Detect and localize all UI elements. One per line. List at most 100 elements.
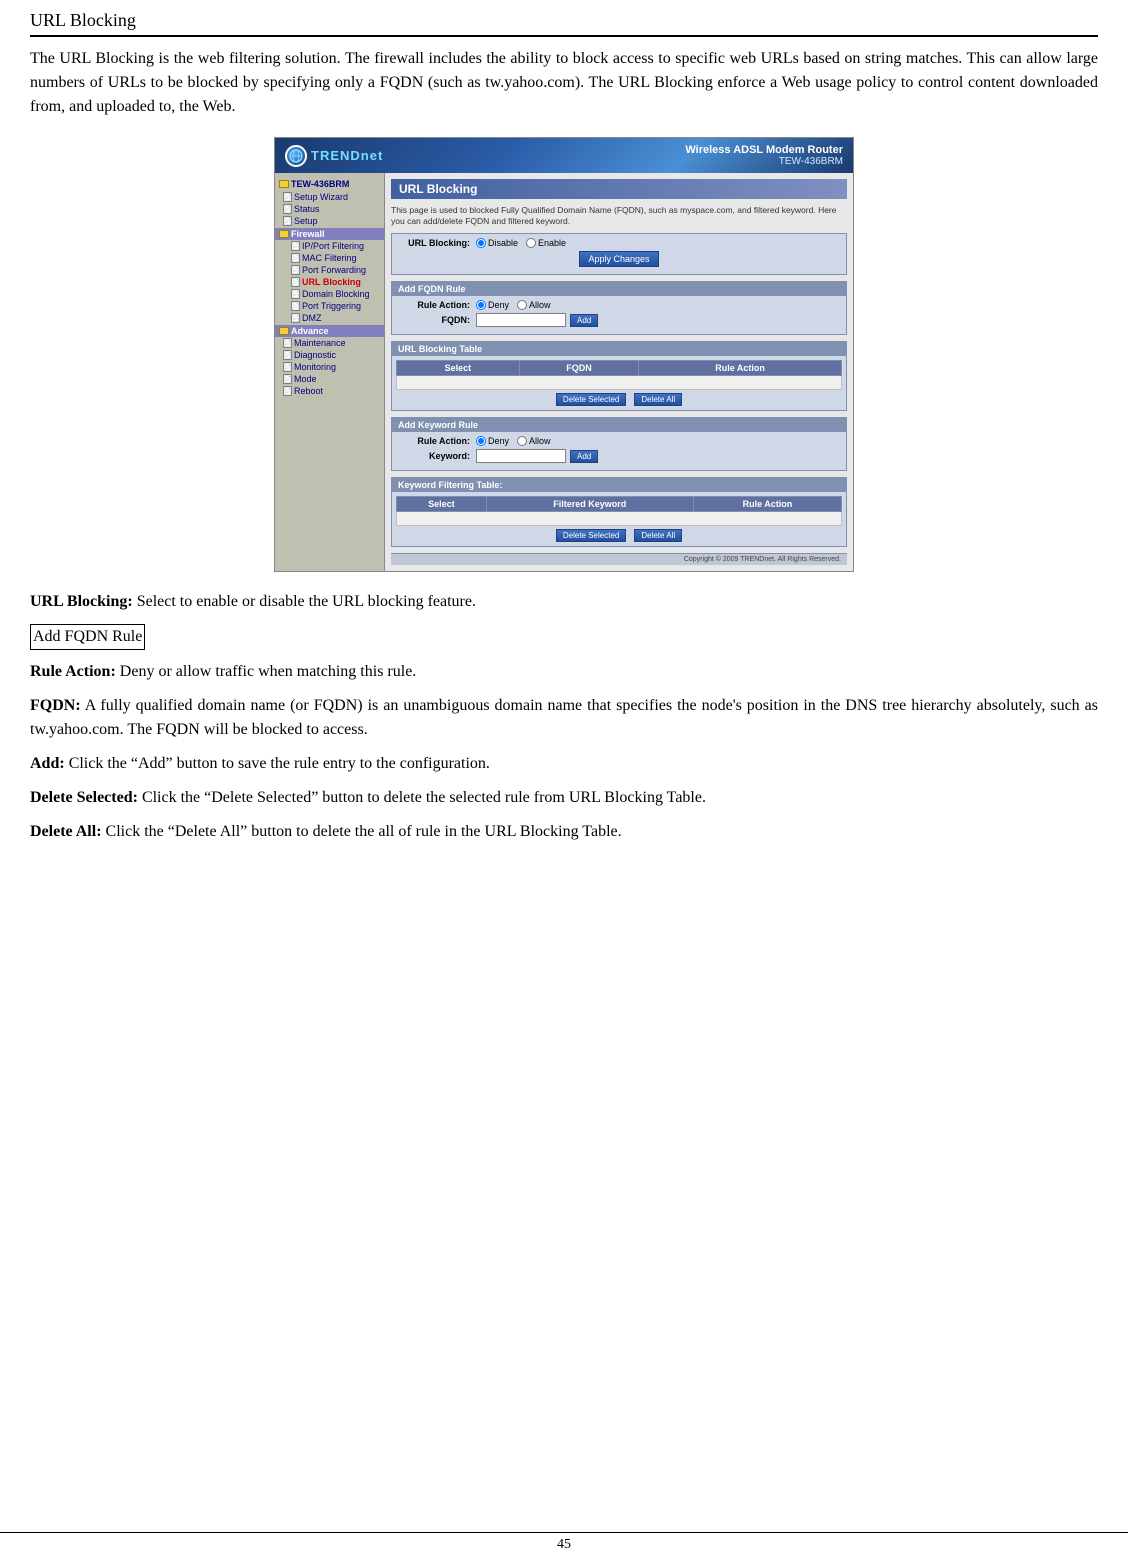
keyword-rule-action-label: Rule Action: xyxy=(396,436,476,446)
fqdn-allow-text: Allow xyxy=(529,300,551,310)
page-number: 45 xyxy=(557,1537,571,1552)
delete-all-term: Delete All: xyxy=(30,823,102,840)
disable-radio[interactable] xyxy=(476,238,486,248)
disable-radio-label[interactable]: Disable xyxy=(476,238,518,248)
desc-add-fqdn-header: Add FQDN Rule xyxy=(30,624,1098,650)
router-ui: TRENDnet Wireless ADSL Modem Router TEW-… xyxy=(274,137,854,572)
add-fqdn-box: Add FQDN Rule Rule Action: Deny A xyxy=(391,281,847,335)
url-table-header: URL Blocking Table xyxy=(392,342,846,356)
desc-delete-selected: Delete Selected: Click the “Delete Selec… xyxy=(30,786,1098,810)
add-fqdn-para: Add FQDN Rule xyxy=(30,624,1098,650)
router-content: URL Blocking This page is used to blocke… xyxy=(385,173,853,571)
add-para: Add: Click the “Add” button to save the … xyxy=(30,752,1098,776)
disable-label: Disable xyxy=(488,238,518,248)
keyword-input-row: Keyword: Add xyxy=(396,449,842,463)
url-delete-selected-button[interactable]: Delete Selected xyxy=(556,393,626,406)
keyword-delete-selected-button[interactable]: Delete Selected xyxy=(556,529,626,542)
nav-device: TEW-436BRM xyxy=(275,177,384,191)
keyword-deny-text: Deny xyxy=(488,436,509,446)
router-nav: TEW-436BRM 📄 Setup Wizard 📄 Status 📄 Set… xyxy=(275,173,385,571)
fqdn-rule-action-row: Rule Action: Deny Allow xyxy=(396,300,842,310)
keyword-deny-label[interactable]: Deny xyxy=(476,436,509,446)
fqdn-deny-label[interactable]: Deny xyxy=(476,300,509,310)
fqdn-field-label: FQDN: xyxy=(396,315,476,325)
keyword-table-header: Keyword Filtering Table: xyxy=(392,478,846,492)
fqdn-allow-radio[interactable] xyxy=(517,300,527,310)
rule-action-para: Rule Action: Deny or allow traffic when … xyxy=(30,660,1098,684)
nav-mode[interactable]: 📄 Mode xyxy=(275,373,384,385)
nav-advance-section: Advance xyxy=(275,325,384,337)
nav-status[interactable]: 📄 Status xyxy=(275,203,384,215)
logo-text: TRENDnet xyxy=(311,148,383,163)
keyword-table: Select Filtered Keyword Rule Action xyxy=(396,496,842,526)
nav-domain-blocking[interactable]: 📄 Domain Blocking xyxy=(275,288,384,300)
table-empty-cell xyxy=(397,376,842,390)
router-model-area: Wireless ADSL Modem Router TEW-436BRM xyxy=(685,144,843,167)
nav-file-icon-setup: 📄 xyxy=(283,216,292,226)
desc-add: Add: Click the “Add” button to save the … xyxy=(30,752,1098,776)
page-number-bar: 45 xyxy=(0,1532,1128,1553)
delete-selected-text: Click the “Delete Selected” button to de… xyxy=(142,789,706,806)
url-blocking-desc-para: URL Blocking: Select to enable or disabl… xyxy=(30,590,1098,614)
fqdn-deny-radio[interactable] xyxy=(476,300,486,310)
table-col-select: Select xyxy=(397,361,520,376)
nav-port-triggering[interactable]: 📄 Port Triggering xyxy=(275,300,384,312)
page-title: URL Blocking xyxy=(30,10,1098,37)
fqdn-input[interactable] xyxy=(476,313,566,327)
enable-radio[interactable] xyxy=(526,238,536,248)
nav-file-icon-ip: 📄 xyxy=(291,241,300,251)
fqdn-add-button[interactable]: Add xyxy=(570,314,598,327)
nav-ip-port-filtering[interactable]: 📄 IP/Port Filtering xyxy=(275,240,384,252)
nav-monitoring[interactable]: 📄 Monitoring xyxy=(275,361,384,373)
fqdn-allow-label[interactable]: Allow xyxy=(517,300,551,310)
trendnet-logo: TRENDnet xyxy=(285,145,383,167)
nav-dmz[interactable]: 📄 DMZ xyxy=(275,312,384,324)
content-title: URL Blocking xyxy=(391,179,847,199)
nav-maintenance[interactable]: 📄 Maintenance xyxy=(275,337,384,349)
nav-reboot[interactable]: 📄 Reboot xyxy=(275,385,384,397)
advance-folder-icon xyxy=(279,327,289,335)
url-delete-all-button[interactable]: Delete All xyxy=(634,393,682,406)
kw-table-col-select: Select xyxy=(397,497,487,512)
nav-file-icon-maintenance: 📄 xyxy=(283,338,292,348)
apply-changes-button[interactable]: Apply Changes xyxy=(579,251,658,267)
table-col-fqdn: FQDN xyxy=(519,361,638,376)
kw-table-col-keyword: Filtered Keyword xyxy=(486,497,693,512)
keyword-allow-radio[interactable] xyxy=(517,436,527,446)
url-blocking-term: URL Blocking: xyxy=(30,593,133,610)
keyword-delete-all-button[interactable]: Delete All xyxy=(634,529,682,542)
url-blocking-label: URL Blocking: xyxy=(396,238,476,248)
keyword-input[interactable] xyxy=(476,449,566,463)
url-blocking-table-box: URL Blocking Table Select FQDN Rule Acti… xyxy=(391,341,847,411)
fqdn-term: FQDN: xyxy=(30,697,81,714)
router-header: TRENDnet Wireless ADSL Modem Router TEW-… xyxy=(275,138,853,173)
nav-file-icon-diagnostic: 📄 xyxy=(283,350,292,360)
apply-row: Apply Changes xyxy=(396,251,842,267)
delete-selected-para: Delete Selected: Click the “Delete Selec… xyxy=(30,786,1098,810)
keyword-add-button[interactable]: Add xyxy=(570,450,598,463)
url-blocking-row: URL Blocking: Disable Enable xyxy=(396,238,842,248)
fqdn-rule-action-label: Rule Action: xyxy=(396,300,476,310)
nav-mac-filtering[interactable]: 📄 MAC Filtering xyxy=(275,252,384,264)
enable-radio-label[interactable]: Enable xyxy=(526,238,566,248)
nav-file-icon-porttrig: 📄 xyxy=(291,301,300,311)
keyword-allow-label[interactable]: Allow xyxy=(517,436,551,446)
firewall-folder-icon xyxy=(279,230,289,238)
keyword-table-box: Keyword Filtering Table: Select Filtered… xyxy=(391,477,847,547)
logo-net: net xyxy=(361,148,384,163)
keyword-deny-radio[interactable] xyxy=(476,436,486,446)
fqdn-text: A fully qualified domain name (or FQDN) … xyxy=(30,697,1098,738)
fqdn-input-row: FQDN: Add xyxy=(396,313,842,327)
nav-setup[interactable]: 📄 Setup xyxy=(275,215,384,227)
wireless-title: Wireless ADSL Modem Router xyxy=(685,144,843,156)
delete-all-text: Click the “Delete All” button to delete … xyxy=(106,823,622,840)
add-text: Click the “Add” button to save the rule … xyxy=(69,755,490,772)
nav-setup-wizard[interactable]: 📄 Setup Wizard xyxy=(275,191,384,203)
nav-file-icon-setup-wizard: 📄 xyxy=(283,192,292,202)
delete-selected-term: Delete Selected: xyxy=(30,789,138,806)
nav-port-forwarding[interactable]: 📄 Port Forwarding xyxy=(275,264,384,276)
nav-diagnostic[interactable]: 📄 Diagnostic xyxy=(275,349,384,361)
nav-url-blocking[interactable]: 📄 URL Blocking xyxy=(275,276,384,288)
delete-all-para: Delete All: Click the “Delete All” butto… xyxy=(30,820,1098,844)
router-body: TEW-436BRM 📄 Setup Wizard 📄 Status 📄 Set… xyxy=(275,173,853,571)
